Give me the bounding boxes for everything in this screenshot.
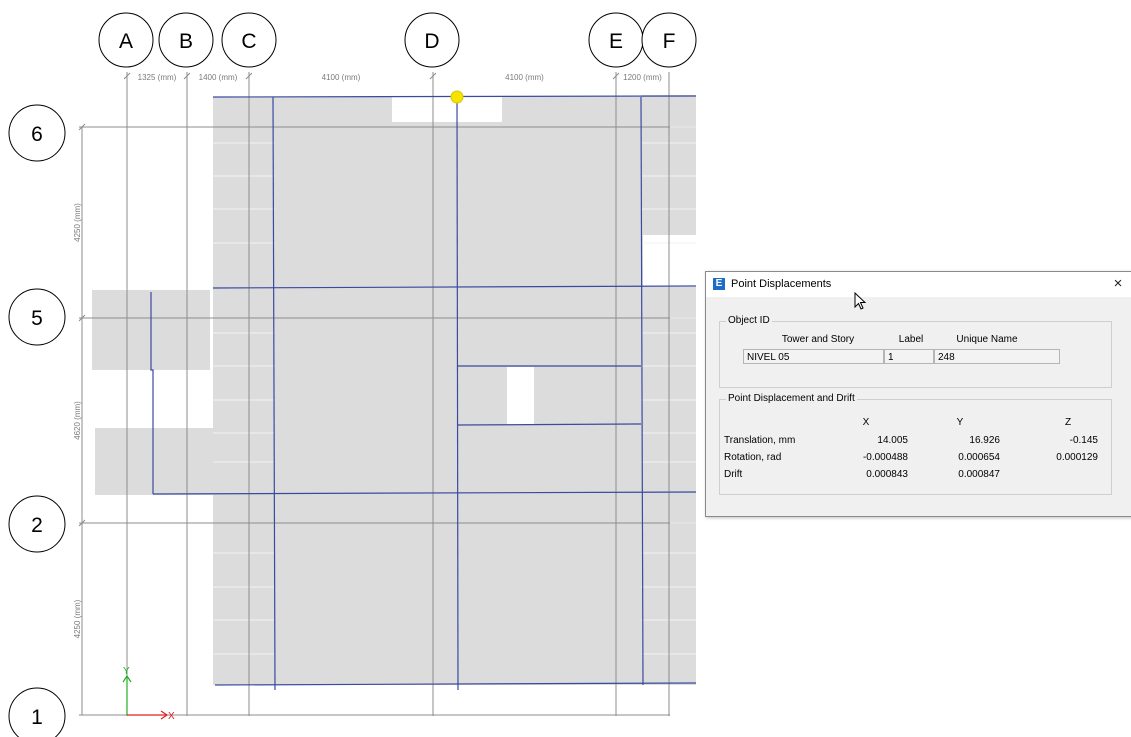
column-dimension-label: 1325 (mm) [138, 73, 177, 82]
svg-text:A: A [119, 30, 133, 53]
x-axis-label: X [168, 711, 175, 722]
header-z: Z [1064, 417, 1072, 428]
grid-bubble-row-2[interactable]: 2 [8, 495, 66, 553]
row-dimension-label: 4250 (mm) [73, 599, 82, 638]
mouse-cursor-icon [854, 292, 867, 310]
axis-triad: Y X [122, 666, 175, 722]
grid-bubble-row-6[interactable]: 6 [8, 104, 66, 162]
etabs-app-icon: E [713, 278, 725, 290]
opening-middle [507, 367, 534, 425]
column-dimension-label: 1400 (mm) [199, 73, 238, 82]
point-displacements-dialog[interactable]: E Point Displacements × Object ID Tower … [705, 271, 1131, 517]
rotation-x: -0.000488 [862, 452, 908, 463]
tower-story-field[interactable]: NIVEL 05 [743, 349, 884, 364]
label-field[interactable]: 1 [884, 349, 934, 364]
grid-bubble-f[interactable]: F [641, 12, 697, 68]
object-id-legend: Object ID [726, 315, 772, 326]
grid-bubble-b[interactable]: B [158, 12, 214, 68]
translation-y: 16.926 [969, 435, 1000, 446]
grid-bubble-row-5[interactable]: 5 [8, 288, 66, 346]
svg-text:1: 1 [31, 706, 43, 729]
header-unique-name: Unique Name [956, 334, 1018, 345]
svg-text:B: B [179, 30, 193, 53]
grid-bubble-row-1[interactable]: 1 [8, 687, 66, 737]
rotation-z: 0.000129 [1056, 452, 1098, 463]
drift-y: 0.000847 [958, 469, 1000, 480]
dialog-titlebar[interactable]: E Point Displacements × [706, 272, 1131, 297]
svg-text:D: D [424, 30, 439, 53]
grid-bubble-c[interactable]: C [221, 12, 277, 68]
row-label-rotation: Rotation, rad [724, 452, 782, 463]
displacement-group: Point Displacement and Drift [719, 393, 1112, 495]
rotation-y: 0.000654 [958, 452, 1000, 463]
translation-x: 14.005 [877, 435, 908, 446]
unique-name-field[interactable]: 248 [934, 349, 1060, 364]
row-label-drift: Drift [724, 469, 743, 480]
row-dimension-label: 4620 (mm) [73, 401, 82, 440]
svg-text:C: C [241, 30, 256, 53]
row-label-translation: Translation, mm [724, 435, 796, 446]
drift-x: 0.000843 [866, 469, 908, 480]
grid-bubble-d[interactable]: D [404, 12, 460, 68]
opening-top [392, 97, 502, 122]
svg-text:2: 2 [31, 514, 43, 537]
row-dimension-label: 4250 (mm) [73, 203, 82, 242]
svg-text:E: E [609, 30, 623, 53]
row-bubbles: 6 5 2 1 [8, 104, 66, 737]
displacement-legend: Point Displacement and Drift [726, 393, 857, 404]
slab-main[interactable] [213, 97, 643, 685]
column-bubbles: A B C D E F [98, 12, 697, 68]
column-dimension-label: 4100 (mm) [505, 73, 544, 82]
grid-bubble-e[interactable]: E [588, 12, 644, 68]
floor-slabs [92, 95, 696, 685]
header-label: Label [898, 334, 924, 345]
dialog-title: Point Displacements [731, 278, 832, 290]
grid-bubble-a[interactable]: A [98, 12, 154, 68]
svg-text:5: 5 [31, 307, 43, 330]
translation-z: -0.145 [1069, 435, 1098, 446]
svg-text:6: 6 [31, 123, 43, 146]
header-x: X [862, 417, 870, 428]
y-axis-label: Y [123, 666, 130, 677]
column-dimension-label: 4100 (mm) [322, 73, 361, 82]
svg-text:F: F [663, 30, 676, 53]
selected-point[interactable] [450, 90, 464, 104]
slab-left-lower[interactable] [95, 428, 215, 495]
column-dimension-label: 1200 (mm) [623, 73, 662, 82]
header-y: Y [956, 417, 964, 428]
header-tower-story: Tower and Story [781, 334, 855, 345]
close-icon[interactable]: × [1108, 274, 1128, 294]
